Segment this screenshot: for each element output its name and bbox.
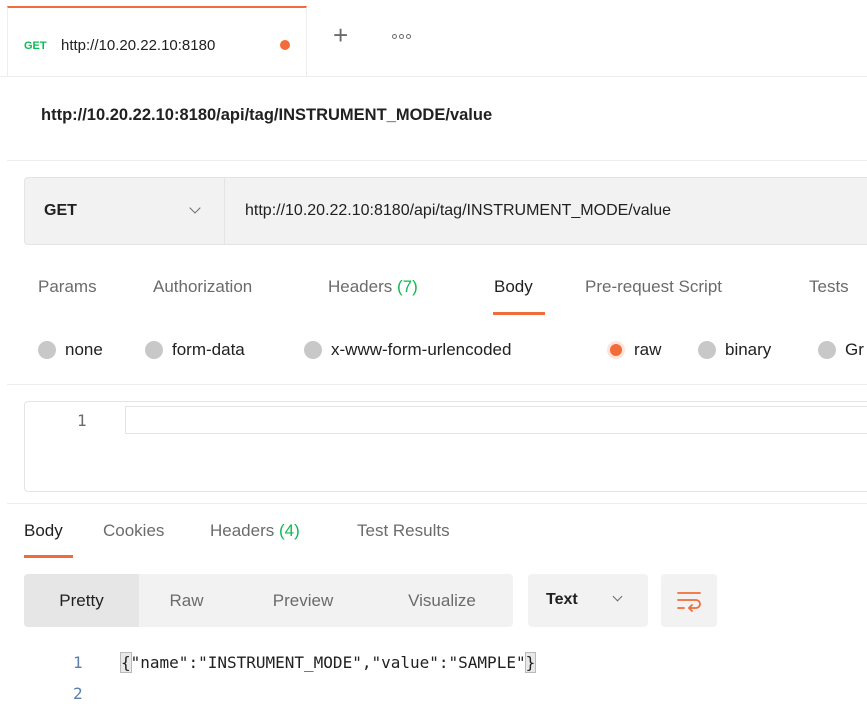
wrap-lines-icon [677, 592, 701, 612]
radio-raw[interactable]: raw [607, 340, 661, 360]
response-line-number: 2 [73, 684, 83, 703]
more-options-icon[interactable] [392, 34, 411, 39]
tab-url-label: http://10.20.22.10:8180 [61, 37, 216, 54]
tab-tests-label: Tests [809, 277, 849, 296]
chevron-down-icon [189, 202, 201, 214]
radio-graphql-dot [818, 341, 836, 359]
tab-authorization[interactable]: Authorization [153, 277, 252, 297]
headers-count: (7) [397, 277, 418, 296]
tab-body-label: Body [494, 277, 533, 296]
response-tab-test-results-label: Test Results [357, 521, 450, 540]
new-tab-button[interactable]: + [333, 22, 348, 48]
response-tab-body[interactable]: Body [24, 521, 63, 541]
radio-form-data-label: form-data [172, 340, 245, 359]
line-number: 1 [77, 411, 87, 430]
divider [7, 503, 867, 504]
tab-params[interactable]: Params [38, 277, 97, 297]
tab-authorization-label: Authorization [153, 277, 253, 296]
radio-form-data-dot [145, 341, 163, 359]
radio-graphql[interactable]: Gr [818, 340, 864, 360]
radio-urlencoded-label: x-www-form-urlencoded [331, 340, 512, 359]
response-active-tab-indicator [24, 555, 73, 558]
tab-pre-request-script[interactable]: Pre-request Script [585, 277, 722, 297]
editor-active-line[interactable] [125, 406, 867, 434]
response-tab-body-label: Body [24, 521, 63, 540]
wrap-lines-button[interactable] [661, 574, 717, 627]
view-visualize-button[interactable]: Visualize [382, 574, 502, 627]
request-body-editor[interactable]: 1 [24, 401, 867, 492]
language-label: Text [546, 591, 578, 608]
view-pretty-button[interactable]: Pretty [24, 574, 139, 627]
view-preview-button[interactable]: Preview [248, 574, 358, 627]
tab-method-label: GET [24, 40, 47, 52]
tab-headers-label: Headers [328, 277, 393, 296]
request-title-bar: http://10.20.22.10:8180/api/tag/INSTRUME… [7, 76, 867, 161]
url-input[interactable]: http://10.20.22.10:8180/api/tag/INSTRUME… [224, 177, 867, 245]
radio-raw-dot [607, 341, 625, 359]
response-json-content: "name":"INSTRUMENT_MODE","value":"SAMPLE… [130, 653, 526, 672]
chevron-down-icon [612, 591, 623, 602]
bracket-highlight: } [524, 652, 537, 673]
method-dropdown[interactable]: GET [24, 177, 224, 245]
response-tab-cookies[interactable]: Cookies [103, 521, 164, 541]
response-tab-test-results[interactable]: Test Results [357, 521, 450, 541]
radio-form-data[interactable]: form-data [145, 340, 245, 360]
tab-body[interactable]: Body [494, 277, 533, 297]
divider [7, 384, 867, 385]
tab-strip: GET http://10.20.22.10:8180 + [0, 0, 867, 77]
method-label: GET [44, 202, 77, 219]
url-text: http://10.20.22.10:8180/api/tag/INSTRUME… [245, 202, 671, 219]
tab-params-label: Params [38, 277, 97, 296]
response-tab-headers-label: Headers [210, 521, 275, 540]
radio-binary[interactable]: binary [698, 340, 771, 360]
view-mode-group: Pretty Raw Preview Visualize [24, 574, 513, 627]
radio-binary-dot [698, 341, 716, 359]
radio-raw-label: raw [634, 340, 662, 359]
request-tab[interactable]: GET http://10.20.22.10:8180 [7, 6, 307, 76]
radio-x-www-form-urlencoded[interactable]: x-www-form-urlencoded [304, 340, 511, 360]
radio-urlencoded-dot [304, 341, 322, 359]
unsaved-dot-icon [280, 40, 290, 50]
response-line[interactable]: {"name":"INSTRUMENT_MODE","value":"SAMPL… [120, 652, 537, 673]
tab-tests[interactable]: Tests [809, 277, 849, 297]
response-tab-cookies-label: Cookies [103, 521, 165, 540]
view-raw-button[interactable]: Raw [139, 574, 234, 627]
active-tab-indicator [493, 312, 545, 315]
radio-binary-label: binary [725, 340, 772, 359]
radio-none-dot [38, 341, 56, 359]
language-dropdown[interactable]: Text [528, 574, 648, 627]
response-line-number: 1 [73, 653, 83, 672]
radio-graphql-label: Gr [845, 340, 864, 359]
response-headers-count: (4) [279, 521, 300, 540]
radio-none[interactable]: none [38, 340, 103, 360]
tab-headers[interactable]: Headers (7) [328, 277, 418, 297]
response-tab-headers[interactable]: Headers (4) [210, 521, 300, 541]
radio-none-label: none [65, 340, 103, 359]
request-title[interactable]: http://10.20.22.10:8180/api/tag/INSTRUME… [41, 106, 492, 125]
tab-pre-request-script-label: Pre-request Script [585, 277, 722, 296]
bracket-highlight: { [120, 652, 132, 673]
